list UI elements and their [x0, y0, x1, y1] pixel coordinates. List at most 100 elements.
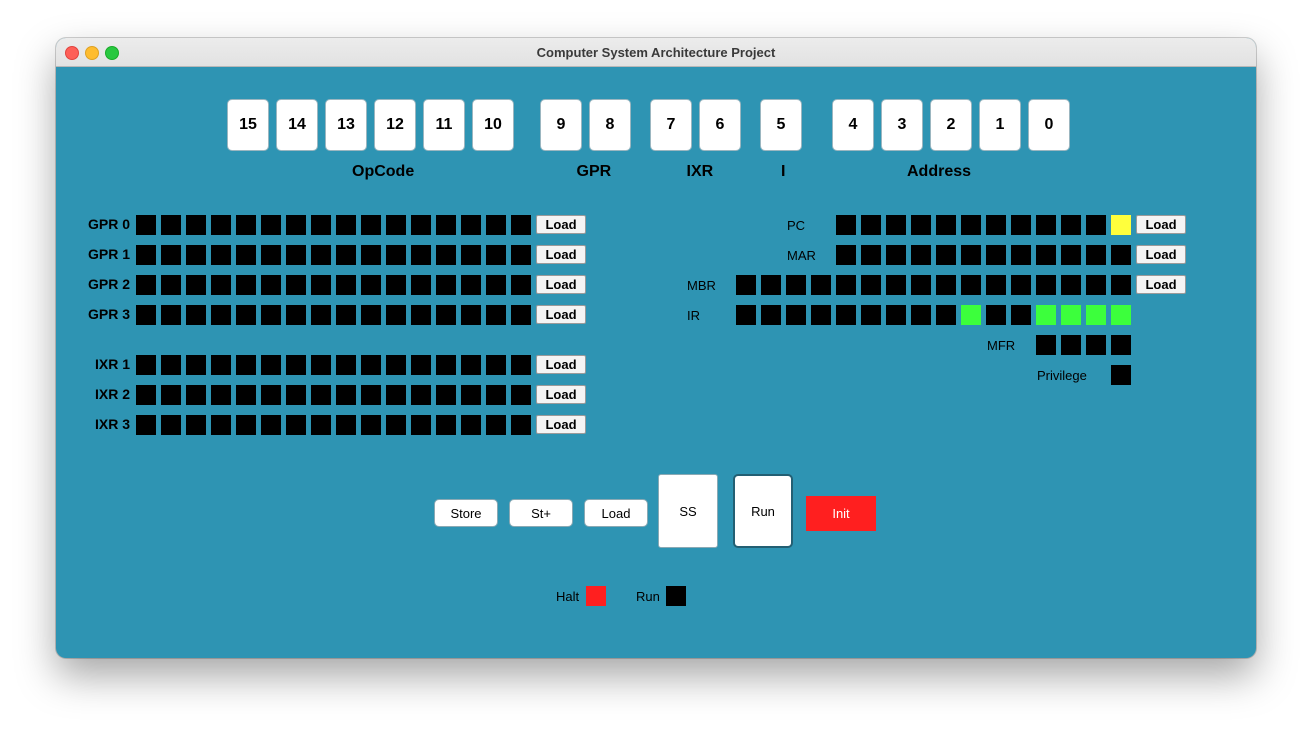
- register-label: MBR: [687, 278, 716, 293]
- bit-light: [836, 215, 856, 235]
- store-plus-button[interactable]: St+: [509, 499, 573, 527]
- run-button[interactable]: Run: [733, 474, 793, 548]
- init-button[interactable]: Init: [806, 496, 876, 531]
- switch-bit-4[interactable]: 4: [832, 99, 874, 151]
- bit-light: [1086, 275, 1106, 295]
- switch-bit-6[interactable]: 6: [699, 99, 741, 151]
- bit-light: [411, 415, 431, 435]
- bit-light: [311, 275, 331, 295]
- register-label: GPR 0: [87, 216, 130, 232]
- switch-bit-11[interactable]: 11: [423, 99, 465, 151]
- bit-light: [436, 245, 456, 265]
- bit-light: [436, 415, 456, 435]
- bit-light: [1036, 215, 1056, 235]
- load-register-button[interactable]: Load: [536, 355, 586, 374]
- bit-light: [236, 415, 256, 435]
- app-window: Computer System Architecture Project Sto…: [56, 38, 1256, 658]
- bit-light: [236, 385, 256, 405]
- bit-light: [386, 275, 406, 295]
- bit-light: [936, 305, 956, 325]
- load-memory-button[interactable]: Load: [584, 499, 648, 527]
- switch-bit-9[interactable]: 9: [540, 99, 582, 151]
- bit-light: [1061, 275, 1081, 295]
- bit-light: [361, 275, 381, 295]
- bit-light: [1036, 245, 1056, 265]
- load-register-button[interactable]: Load: [1136, 245, 1186, 264]
- bit-light: [186, 385, 206, 405]
- switch-bit-7[interactable]: 7: [650, 99, 692, 151]
- bit-light: [211, 245, 231, 265]
- bit-light: [161, 215, 181, 235]
- switch-bit-12[interactable]: 12: [374, 99, 416, 151]
- load-register-button[interactable]: Load: [1136, 215, 1186, 234]
- bit-light: [386, 245, 406, 265]
- bit-light: [861, 275, 881, 295]
- switch-bit-1[interactable]: 1: [979, 99, 1021, 151]
- bit-light: [161, 305, 181, 325]
- bit-light: [486, 415, 506, 435]
- load-register-button[interactable]: Load: [536, 305, 586, 324]
- bit-light: [1086, 215, 1106, 235]
- bit-light: [336, 245, 356, 265]
- switch-group-label: OpCode: [352, 163, 415, 180]
- switch-group-label: GPR: [576, 163, 612, 180]
- bit-light: [436, 355, 456, 375]
- bit-light: [161, 415, 181, 435]
- bit-light: [961, 215, 981, 235]
- switch-bit-8[interactable]: 8: [589, 99, 631, 151]
- run-indicator: [666, 586, 686, 606]
- switch-bit-13[interactable]: 13: [325, 99, 367, 151]
- bit-light: [211, 355, 231, 375]
- run-label: Run: [636, 589, 660, 604]
- register-label: IR: [687, 308, 700, 323]
- load-register-button[interactable]: Load: [536, 215, 586, 234]
- load-register-button[interactable]: Load: [536, 275, 586, 294]
- bit-light: [986, 215, 1006, 235]
- switch-bit-15[interactable]: 15: [227, 99, 269, 151]
- bit-light: [1036, 305, 1056, 325]
- bit-light: [1111, 305, 1131, 325]
- bit-light: [736, 275, 756, 295]
- bit-light: [211, 385, 231, 405]
- single-step-button[interactable]: SS: [658, 474, 718, 548]
- load-register-button[interactable]: Load: [536, 245, 586, 264]
- bit-light: [136, 415, 156, 435]
- bit-light: [211, 275, 231, 295]
- bit-light: [286, 245, 306, 265]
- bit-light: [786, 305, 806, 325]
- bit-light: [961, 305, 981, 325]
- bit-light: [411, 275, 431, 295]
- bit-light: [286, 415, 306, 435]
- bit-light: [311, 355, 331, 375]
- bit-light: [261, 385, 281, 405]
- bit-light: [161, 245, 181, 265]
- register-label: Privilege: [1037, 368, 1087, 383]
- load-register-button[interactable]: Load: [536, 415, 586, 434]
- store-button[interactable]: Store: [434, 499, 498, 527]
- bit-light: [1036, 275, 1056, 295]
- bit-light: [1111, 365, 1131, 385]
- bit-light: [236, 215, 256, 235]
- bit-light: [1011, 215, 1031, 235]
- bit-light: [186, 305, 206, 325]
- bit-light: [211, 415, 231, 435]
- bit-light: [511, 275, 531, 295]
- load-register-button[interactable]: Load: [1136, 275, 1186, 294]
- bit-light: [136, 245, 156, 265]
- switch-bit-0[interactable]: 0: [1028, 99, 1070, 151]
- bit-light: [386, 415, 406, 435]
- bit-light: [761, 275, 781, 295]
- bit-light: [186, 245, 206, 265]
- bit-light: [336, 355, 356, 375]
- bit-light: [286, 355, 306, 375]
- load-register-button[interactable]: Load: [536, 385, 586, 404]
- switch-bit-5[interactable]: 5: [760, 99, 802, 151]
- bit-light: [486, 215, 506, 235]
- bit-light: [986, 275, 1006, 295]
- switch-bit-3[interactable]: 3: [881, 99, 923, 151]
- bit-light: [861, 245, 881, 265]
- switch-bit-10[interactable]: 10: [472, 99, 514, 151]
- switch-bit-14[interactable]: 14: [276, 99, 318, 151]
- switch-bit-2[interactable]: 2: [930, 99, 972, 151]
- bit-light: [311, 415, 331, 435]
